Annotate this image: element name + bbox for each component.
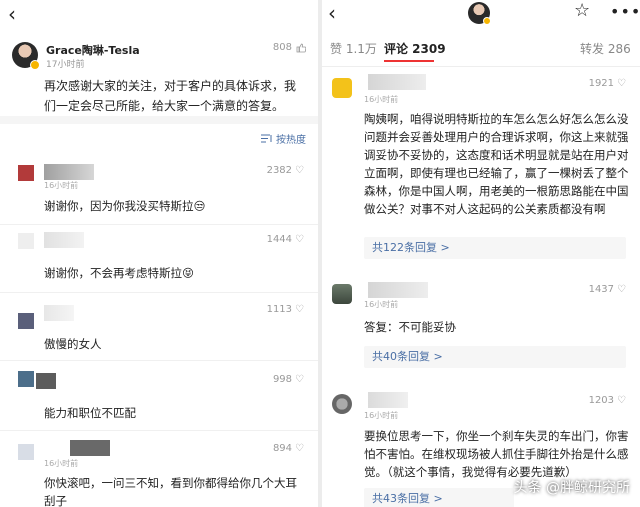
watermark: 头条 @胖鲸研究所 <box>513 480 630 496</box>
comment-text: 谢谢你，因为你我没买特斯拉😒 <box>44 199 206 213</box>
comment-like-count: 1921 <box>588 78 615 89</box>
tab-divider <box>322 66 640 67</box>
comment-divider <box>0 360 318 361</box>
comment-text: 能力和职位不匹配 <box>44 406 136 420</box>
commenter-avatar[interactable] <box>18 371 34 387</box>
comment-like-button[interactable]: 1203 ♡ <box>589 395 626 406</box>
comment-text: 要换位思考一下，你坐一个刹车失灵的车出门，你害怕不害怕。在维权现场被人抓住手脚往… <box>364 429 629 479</box>
comment-text: 傲慢的女人 <box>44 337 102 351</box>
comment-like-button[interactable]: 1921 ♡ <box>589 78 626 89</box>
commenter-name-redacted <box>70 440 110 456</box>
comment-like-button[interactable]: 2382 ♡ <box>267 165 304 176</box>
back-arrow-icon[interactable]: ‹ <box>8 4 16 24</box>
sort-icon <box>261 134 272 143</box>
comment-text: 你快滚吧，一问三不知，看到你都得给你几个大耳刮子 <box>44 476 297 507</box>
post-like-button[interactable]: 808 <box>273 42 306 53</box>
comment-like-button[interactable]: 1113 ♡ <box>267 304 304 315</box>
comment-like-count: 998 <box>272 374 293 385</box>
commenter-name-redacted <box>368 392 408 408</box>
commenter-name-redacted <box>44 164 94 180</box>
comment-divider <box>0 430 318 431</box>
commenter-name-redacted <box>368 74 426 90</box>
view-replies-link[interactable]: 共40条回复 > <box>364 346 626 368</box>
tab-comments[interactable]: 评论 2309 <box>384 40 446 57</box>
comment-time: 16小时前 <box>364 95 399 104</box>
commenter-avatar[interactable] <box>18 233 34 249</box>
thumbs-up-icon: ♡ <box>617 78 626 89</box>
thumbs-up-icon: ♡ <box>295 165 304 176</box>
thumbs-up-icon: ♡ <box>295 234 304 245</box>
comment-like-count: 1203 <box>588 395 615 406</box>
active-tab-indicator <box>384 60 434 62</box>
thumbs-up-icon <box>296 43 306 52</box>
tab-bar: 赞 1.1万 评论 2309 转发 286 <box>322 40 640 62</box>
back-arrow-icon[interactable]: ‹ <box>328 3 336 23</box>
sort-by-hot-button[interactable]: 按热度 <box>261 131 306 146</box>
favorite-star-icon[interactable]: ☆ <box>574 0 590 21</box>
more-options-icon[interactable]: ••• <box>610 2 640 21</box>
verified-badge-icon <box>30 60 40 70</box>
commenter-name-redacted <box>36 373 56 389</box>
left-screen: ‹ Grace陶琳-Tesla 17小时前 808 再次感谢大家的关注，对于客户… <box>0 0 318 507</box>
commenter-avatar[interactable] <box>18 165 34 181</box>
author-name[interactable]: Grace陶琳-Tesla <box>46 42 140 58</box>
commenter-avatar[interactable] <box>18 444 34 460</box>
commenter-name-redacted <box>368 282 428 298</box>
comment-like-button[interactable]: 1437 ♡ <box>589 284 626 295</box>
comment-time: 16小时前 <box>364 411 399 420</box>
post-body: 再次感谢大家的关注，对于客户的具体诉求，我们一定会尽己所能，给大家一个满意的答复… <box>44 79 297 113</box>
sort-label: 按热度 <box>276 135 306 146</box>
comment-text: 陶姨啊，咱得说明特斯拉的车怎么怎么好怎么怎么没问题并会妥善处理用户的合理诉求啊，… <box>364 112 629 216</box>
comment-like-count: 1437 <box>588 284 615 295</box>
commenter-avatar[interactable] <box>332 284 352 304</box>
view-replies-link[interactable]: 共122条回复 > <box>364 237 626 259</box>
post-like-count: 808 <box>272 42 292 53</box>
thumbs-up-icon: ♡ <box>295 374 304 385</box>
section-divider <box>0 116 318 124</box>
tab-reposts[interactable]: 转发 286 <box>580 40 631 57</box>
thumbs-up-icon: ♡ <box>617 395 626 406</box>
comment-time: 16小时前 <box>44 459 79 468</box>
right-screen: ‹ ☆ ••• 赞 1.1万 评论 2309 转发 286 16小时前 1921… <box>322 0 640 507</box>
commenter-avatar[interactable] <box>332 394 352 414</box>
comment-like-button[interactable]: 1444 ♡ <box>267 234 304 245</box>
verified-badge-icon <box>483 17 491 25</box>
comment-like-count: 2382 <box>266 165 293 176</box>
comment-like-button[interactable]: 998 ♡ <box>273 374 304 385</box>
comment-text: 答复：不可能妥协 <box>364 320 456 334</box>
comment-text: 谢谢你，不会再考虑特斯拉😝 <box>44 266 194 280</box>
comment-like-count: 1444 <box>266 234 293 245</box>
view-replies-link[interactable]: 共43条回复 > <box>364 488 514 507</box>
comment-divider <box>0 292 318 293</box>
commenter-name-redacted <box>44 232 84 248</box>
tab-likes[interactable]: 赞 1.1万 <box>330 40 377 57</box>
comment-like-button[interactable]: 894 ♡ <box>273 443 304 454</box>
comment-time: 16小时前 <box>364 300 399 309</box>
comment-divider <box>0 224 318 225</box>
thumbs-up-icon: ♡ <box>295 304 304 315</box>
thumbs-up-icon: ♡ <box>617 284 626 295</box>
comment-time: 16小时前 <box>44 181 79 190</box>
commenter-avatar[interactable] <box>18 313 34 329</box>
commenter-avatar[interactable] <box>332 78 352 98</box>
comment-like-count: 894 <box>272 443 293 454</box>
post-time: 17小时前 <box>46 60 85 70</box>
commenter-name-redacted <box>44 305 74 321</box>
thumbs-up-icon: ♡ <box>295 443 304 454</box>
comment-like-count: 1113 <box>266 304 293 315</box>
